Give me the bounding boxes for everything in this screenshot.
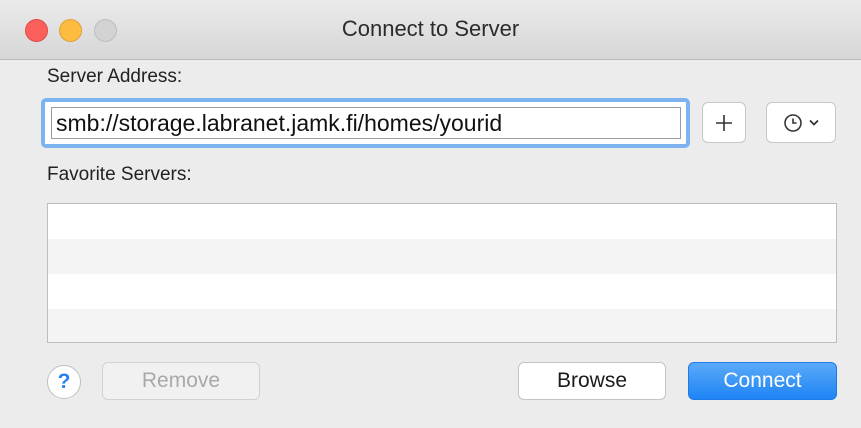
connect-to-server-window: Connect to Server Server Address: Favori… xyxy=(0,0,861,428)
connect-button[interactable]: Connect xyxy=(688,362,837,400)
add-favorite-button[interactable] xyxy=(702,102,746,143)
list-row[interactable] xyxy=(48,204,836,239)
server-address-label: Server Address: xyxy=(47,66,183,87)
server-address-input[interactable] xyxy=(51,107,681,139)
list-row[interactable] xyxy=(48,309,836,342)
browse-button[interactable]: Browse xyxy=(518,362,666,400)
help-button[interactable]: ? xyxy=(47,365,81,399)
favorite-servers-list[interactable] xyxy=(47,203,837,343)
list-row[interactable] xyxy=(48,274,836,309)
server-address-field[interactable] xyxy=(41,98,690,148)
remove-button[interactable]: Remove xyxy=(102,362,260,400)
recent-servers-button[interactable] xyxy=(766,102,836,143)
window-title: Connect to Server xyxy=(341,16,520,41)
plus-icon xyxy=(716,114,732,131)
list-row[interactable] xyxy=(48,239,836,274)
clock-icon xyxy=(784,113,802,132)
chevron-down-icon xyxy=(809,119,819,126)
favorite-servers-label: Favorite Servers: xyxy=(47,164,192,185)
title-bar[interactable]: Connect to Server xyxy=(0,0,861,60)
